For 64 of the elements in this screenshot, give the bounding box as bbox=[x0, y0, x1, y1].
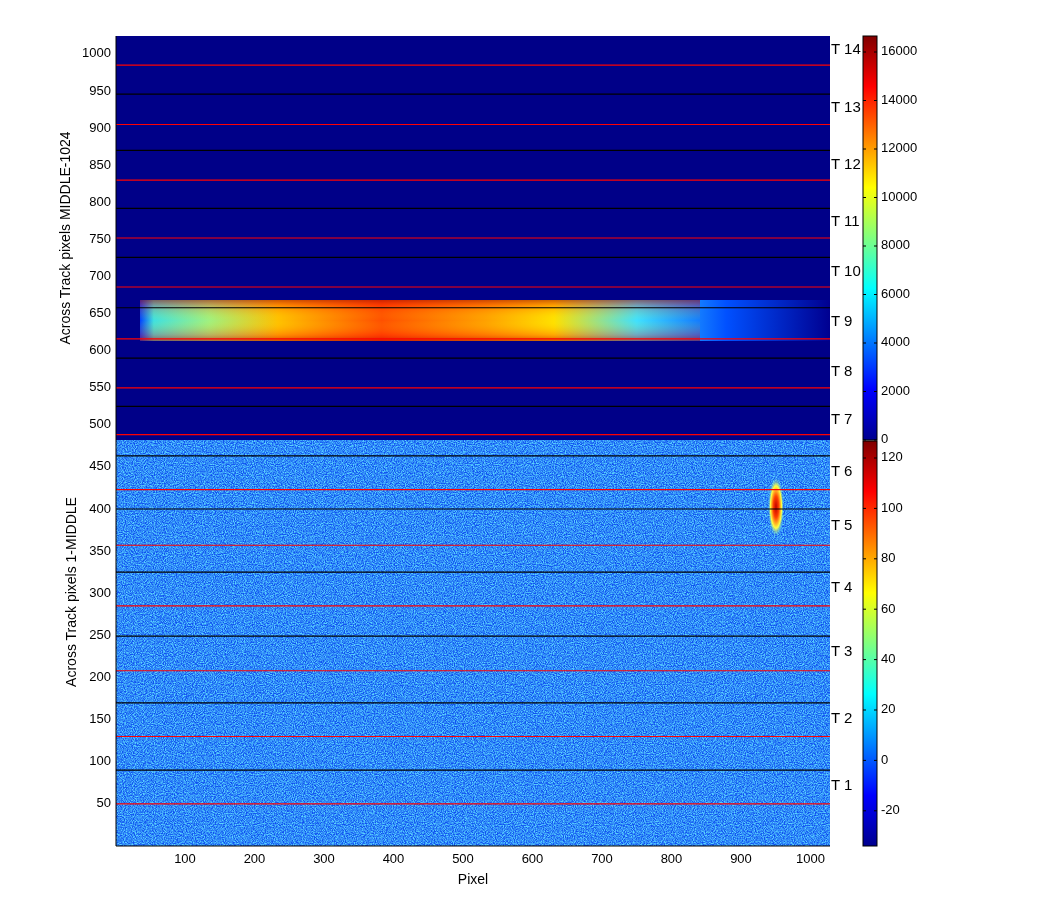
track-label: T 6 bbox=[831, 461, 853, 479]
tick-label: 800 bbox=[89, 193, 111, 209]
tick-label: 0 bbox=[881, 751, 889, 767]
track-label: T 8 bbox=[831, 361, 853, 379]
tick-label: 8000 bbox=[881, 237, 910, 253]
tick-label: 40 bbox=[881, 651, 896, 667]
tick-label: 600 bbox=[521, 851, 544, 867]
tick-label: 350 bbox=[89, 542, 111, 558]
track-label: T 13 bbox=[831, 97, 861, 115]
tick-label: 200 bbox=[89, 668, 111, 684]
tick-label: 1000 bbox=[82, 45, 111, 61]
track-label: T 14 bbox=[831, 39, 861, 57]
tick-label: 120 bbox=[881, 449, 903, 465]
tick-label: 100 bbox=[174, 851, 196, 867]
tick-label: 6000 bbox=[881, 285, 910, 301]
tick-label: 800 bbox=[660, 851, 683, 867]
track-label: T 1 bbox=[831, 775, 853, 793]
track-label: T 4 bbox=[831, 577, 853, 595]
tick-label: 900 bbox=[89, 119, 111, 135]
tick-label: 100 bbox=[881, 499, 903, 515]
track-label: T 7 bbox=[831, 409, 853, 427]
tick-label: 80 bbox=[881, 550, 896, 566]
tick-label: 2000 bbox=[881, 382, 910, 398]
tick-label: 400 bbox=[382, 851, 405, 867]
tick-label: 16000 bbox=[881, 43, 918, 59]
tick-label: 0 bbox=[881, 431, 889, 447]
tick-label: 12000 bbox=[881, 140, 918, 156]
tick-label: 500 bbox=[452, 851, 474, 867]
tick-label: 20 bbox=[881, 701, 896, 717]
axis-label: Across Track pixels MIDDLE-1024 bbox=[56, 131, 73, 345]
track-label: T 10 bbox=[831, 261, 861, 279]
track-label: T 2 bbox=[831, 708, 853, 726]
tick-label: 650 bbox=[89, 305, 111, 321]
tick-label: 400 bbox=[89, 500, 111, 516]
tick-label: 250 bbox=[89, 626, 111, 642]
tick-label: 14000 bbox=[881, 91, 918, 107]
tick-label: 60 bbox=[881, 600, 896, 616]
tick-label: 450 bbox=[89, 458, 111, 474]
tick-label: 10000 bbox=[881, 188, 918, 204]
tick-label: 750 bbox=[89, 230, 111, 246]
tick-label: 4000 bbox=[881, 334, 910, 350]
tick-label: 700 bbox=[591, 851, 613, 867]
tick-label: 150 bbox=[89, 711, 111, 727]
tick-label: 300 bbox=[313, 851, 335, 867]
tick-label: -20 bbox=[881, 802, 900, 818]
tick-label: 950 bbox=[89, 82, 111, 98]
track-label: T 9 bbox=[831, 311, 853, 329]
tick-label: 900 bbox=[730, 851, 752, 867]
track-label: T 12 bbox=[831, 154, 861, 172]
track-label: T 11 bbox=[831, 211, 860, 229]
tick-label: 300 bbox=[89, 584, 111, 600]
tick-label: 850 bbox=[89, 156, 111, 172]
tick-label: 550 bbox=[89, 379, 111, 395]
tick-label: 600 bbox=[89, 342, 111, 358]
tick-label: 50 bbox=[96, 795, 111, 811]
tick-label: 100 bbox=[89, 753, 111, 769]
tick-label: 700 bbox=[89, 268, 111, 284]
axis-label: Across Track pixels 1-MIDDLE bbox=[62, 497, 79, 687]
track-label: T 5 bbox=[831, 515, 853, 533]
axis-label: Pixel bbox=[457, 870, 489, 887]
tick-label: 1000 bbox=[796, 851, 825, 867]
track-label: T 3 bbox=[831, 641, 853, 659]
tick-label: 500 bbox=[89, 416, 111, 432]
tick-label: 200 bbox=[243, 851, 266, 867]
